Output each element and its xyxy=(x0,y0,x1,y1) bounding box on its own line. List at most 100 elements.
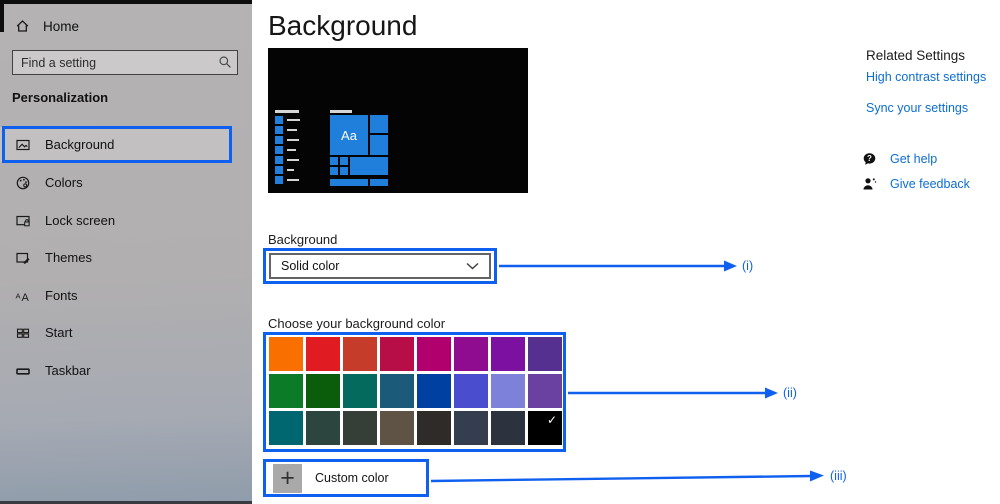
color-swatch[interactable] xyxy=(454,374,488,408)
color-swatch[interactable] xyxy=(380,411,414,445)
dropdown-value: Solid color xyxy=(281,259,339,273)
sidebar-item-label: Fonts xyxy=(45,288,78,303)
color-grid: ✓ xyxy=(269,337,562,445)
color-swatch[interactable]: ✓ xyxy=(528,411,562,445)
sidebar-item-label: Taskbar xyxy=(45,363,91,378)
plus-icon: + xyxy=(273,464,302,493)
preview-tile xyxy=(370,135,388,155)
preview-dash xyxy=(287,119,300,121)
chat-question-icon: ? xyxy=(861,151,878,167)
preview-tile xyxy=(350,157,388,175)
start-tiles-icon xyxy=(14,325,32,341)
preview-tile xyxy=(340,167,348,175)
color-swatch[interactable] xyxy=(380,337,414,371)
preview-tile xyxy=(275,116,283,124)
preview-dash xyxy=(287,159,299,161)
color-swatch[interactable] xyxy=(269,337,303,371)
preview-tile xyxy=(275,166,283,174)
preview-thumbnail: Aa xyxy=(268,48,528,193)
preview-dash xyxy=(275,110,299,113)
color-swatch[interactable] xyxy=(417,337,451,371)
page-title: Background xyxy=(268,10,417,42)
preview-dash xyxy=(287,129,297,131)
background-type-dropdown[interactable]: Solid color xyxy=(269,253,491,279)
preview-tile xyxy=(330,179,368,186)
color-swatch[interactable] xyxy=(491,374,525,408)
preview-tile xyxy=(370,179,388,186)
sidebar-item-start[interactable]: Start xyxy=(0,315,240,350)
get-help-link[interactable]: ? Get help xyxy=(861,151,937,167)
sidebar-item-taskbar[interactable]: Taskbar xyxy=(0,353,240,388)
annotation-label-i: (i) xyxy=(742,259,753,273)
choose-color-label: Choose your background color xyxy=(268,316,445,331)
preview-dash xyxy=(287,169,294,171)
preview-tile xyxy=(275,126,283,134)
lock-screen-icon xyxy=(14,213,32,229)
person-feedback-icon xyxy=(861,176,878,192)
svg-text:A: A xyxy=(22,292,30,304)
preview-tile xyxy=(330,167,338,175)
window-edge-top xyxy=(0,0,252,4)
color-swatch[interactable] xyxy=(306,374,340,408)
sidebar: Home Personalization Background Colors L… xyxy=(0,0,252,504)
color-swatch[interactable] xyxy=(306,411,340,445)
preview-dash xyxy=(287,149,296,151)
preview-aa-label: Aa xyxy=(341,128,357,143)
image-icon xyxy=(14,137,32,153)
color-swatch[interactable] xyxy=(491,337,525,371)
preview-tile xyxy=(275,136,283,144)
sidebar-item-label: Colors xyxy=(45,175,83,190)
color-swatch[interactable] xyxy=(454,337,488,371)
sidebar-item-colors[interactable]: Colors xyxy=(0,165,240,200)
color-swatch[interactable] xyxy=(343,411,377,445)
color-swatch[interactable] xyxy=(269,411,303,445)
sidebar-item-background[interactable]: Background xyxy=(0,127,230,162)
settings-window: Home Personalization Background Colors L… xyxy=(0,0,1000,504)
preview-tile xyxy=(275,156,283,164)
preview-aa-tile: Aa xyxy=(330,115,368,155)
preview-tile xyxy=(340,157,348,165)
give-feedback-link[interactable]: Give feedback xyxy=(861,176,970,192)
give-feedback-label: Give feedback xyxy=(890,177,970,191)
themes-icon xyxy=(14,250,32,266)
search-icon xyxy=(218,55,232,69)
svg-text:A: A xyxy=(16,291,21,300)
sidebar-item-home[interactable]: Home xyxy=(14,14,214,38)
taskbar-icon xyxy=(14,363,32,379)
preview-dash xyxy=(330,110,352,113)
sidebar-item-themes[interactable]: Themes xyxy=(0,240,240,275)
sidebar-item-label: Start xyxy=(45,325,72,340)
home-icon xyxy=(14,18,31,34)
color-swatch[interactable] xyxy=(417,374,451,408)
sidebar-item-label: Themes xyxy=(45,250,92,265)
custom-color-label: Custom color xyxy=(315,471,389,485)
sidebar-item-fonts[interactable]: AA Fonts xyxy=(0,278,240,313)
color-swatch[interactable] xyxy=(528,337,562,371)
color-swatch[interactable] xyxy=(306,337,340,371)
color-swatch[interactable] xyxy=(380,374,414,408)
svg-text:?: ? xyxy=(867,154,872,163)
high-contrast-link[interactable]: High contrast settings xyxy=(866,70,986,84)
sidebar-section-label: Personalization xyxy=(12,90,108,105)
related-settings-title: Related Settings xyxy=(866,48,965,63)
preview-tile xyxy=(275,146,283,154)
preview-dash xyxy=(287,179,299,181)
search-input[interactable] xyxy=(12,50,238,75)
custom-color-button[interactable]: + Custom color xyxy=(266,461,426,495)
color-swatch[interactable] xyxy=(417,411,451,445)
preview-dash xyxy=(287,139,299,141)
sidebar-item-label: Background xyxy=(45,137,114,152)
color-swatch[interactable] xyxy=(528,374,562,408)
palette-icon xyxy=(14,175,32,191)
color-swatch[interactable] xyxy=(343,337,377,371)
color-swatch[interactable] xyxy=(269,374,303,408)
preview-tile xyxy=(330,157,338,165)
check-icon: ✓ xyxy=(547,413,557,427)
color-swatch[interactable] xyxy=(343,374,377,408)
sync-settings-link[interactable]: Sync your settings xyxy=(866,101,968,115)
annotation-label-ii: (ii) xyxy=(783,386,797,400)
color-swatch[interactable] xyxy=(454,411,488,445)
sidebar-item-lock-screen[interactable]: Lock screen xyxy=(0,203,240,238)
window-edge-left xyxy=(0,0,4,32)
color-swatch[interactable] xyxy=(491,411,525,445)
